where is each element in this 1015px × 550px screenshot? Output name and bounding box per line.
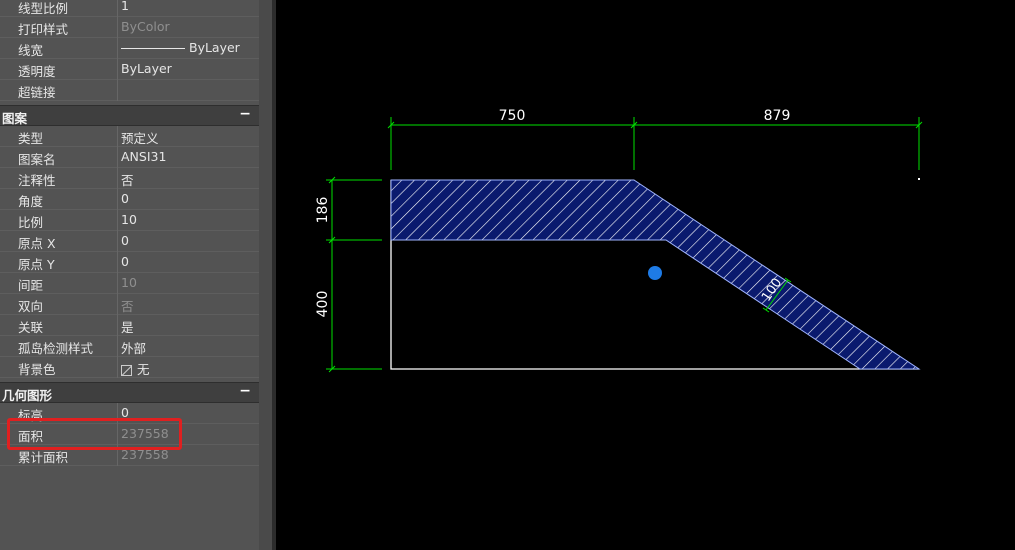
property-value: 否 bbox=[121, 299, 134, 314]
collapse-icon[interactable]: − bbox=[239, 383, 251, 399]
property-row-plot-style[interactable]: 打印样式 ByColor bbox=[0, 17, 259, 38]
collapse-icon[interactable]: − bbox=[239, 106, 251, 122]
property-label: 类型 bbox=[18, 131, 44, 146]
property-label: 角度 bbox=[18, 194, 44, 209]
divider bbox=[117, 336, 118, 357]
endpoint-mark bbox=[918, 178, 920, 180]
property-label: 原点 X bbox=[18, 236, 56, 251]
lineweight-text: ByLayer bbox=[189, 40, 240, 55]
property-value: 预定义 bbox=[121, 131, 159, 146]
divider bbox=[117, 210, 118, 231]
divider bbox=[117, 252, 118, 273]
property-row-origin-x[interactable]: 原点 X 0 bbox=[0, 231, 259, 252]
property-row-angle[interactable]: 角度 0 bbox=[0, 189, 259, 210]
divider bbox=[117, 273, 118, 294]
divider bbox=[117, 189, 118, 210]
divider bbox=[117, 168, 118, 189]
property-value: 10 bbox=[121, 212, 137, 227]
property-value: 否 bbox=[121, 173, 134, 188]
divider bbox=[117, 357, 118, 378]
property-label: 线型比例 bbox=[18, 1, 69, 16]
no-fill-swatch-icon bbox=[121, 365, 132, 376]
property-label: 关联 bbox=[18, 320, 44, 335]
section-header-hatch[interactable]: 图案 − bbox=[0, 105, 259, 126]
property-row-associative[interactable]: 关联 是 bbox=[0, 315, 259, 336]
property-value: ANSI31 bbox=[121, 149, 167, 164]
property-row-hyperlink[interactable]: 超链接 bbox=[0, 80, 259, 101]
property-row-transparency[interactable]: 透明度 ByLayer bbox=[0, 59, 259, 80]
dimension-400: 400 bbox=[315, 291, 331, 318]
property-row-annotative[interactable]: 注释性 否 bbox=[0, 168, 259, 189]
property-label: 线宽 bbox=[18, 43, 44, 58]
divider bbox=[117, 315, 118, 336]
property-value: 0 bbox=[121, 254, 129, 269]
lineweight-sample-icon bbox=[121, 48, 185, 49]
section-title: 几何图形 bbox=[2, 388, 53, 403]
property-row-scale[interactable]: 比例 10 bbox=[0, 210, 259, 231]
divider bbox=[117, 38, 118, 59]
area-highlight-box bbox=[7, 418, 182, 450]
property-value: 外部 bbox=[121, 341, 147, 356]
dimension-879: 879 bbox=[764, 108, 791, 124]
property-label: 超链接 bbox=[18, 85, 56, 100]
property-row-lineweight[interactable]: 线宽 ByLayer bbox=[0, 38, 259, 59]
property-label: 背景色 bbox=[18, 362, 56, 377]
property-label: 图案名 bbox=[18, 152, 56, 167]
top-dimensions bbox=[387, 117, 923, 170]
property-row-island-detection[interactable]: 孤岛检测样式 外部 bbox=[0, 336, 259, 357]
property-row-type[interactable]: 类型 预定义 bbox=[0, 126, 259, 147]
property-value: ByLayer bbox=[121, 61, 172, 76]
property-row-linetype-scale[interactable]: 线型比例 1 bbox=[0, 0, 259, 17]
property-value: 是 bbox=[121, 320, 134, 335]
palette-scrollbar[interactable] bbox=[259, 0, 272, 550]
dimension-750: 750 bbox=[499, 108, 526, 124]
property-label: 打印样式 bbox=[18, 22, 69, 37]
divider bbox=[117, 17, 118, 38]
dimension-186: 186 bbox=[315, 197, 331, 224]
background-color-text: 无 bbox=[137, 362, 150, 377]
section-header-geometry[interactable]: 几何图形 − bbox=[0, 382, 259, 403]
property-row-spacing[interactable]: 间距 10 bbox=[0, 273, 259, 294]
property-label: 间距 bbox=[18, 278, 44, 293]
property-value: 0 bbox=[121, 191, 129, 206]
divider bbox=[117, 147, 118, 168]
divider bbox=[117, 231, 118, 252]
property-value-lineweight: ByLayer bbox=[121, 40, 240, 55]
section-title: 图案 bbox=[2, 111, 28, 126]
property-label: 透明度 bbox=[18, 64, 56, 79]
property-value: 0 bbox=[121, 233, 129, 248]
property-row-background-color[interactable]: 背景色 无 bbox=[0, 357, 259, 378]
divider bbox=[117, 59, 118, 80]
left-dimensions bbox=[326, 176, 382, 373]
property-row-origin-y[interactable]: 原点 Y 0 bbox=[0, 252, 259, 273]
property-row-pattern-name[interactable]: 图案名 ANSI31 bbox=[0, 147, 259, 168]
property-label: 双向 bbox=[18, 299, 44, 314]
divider bbox=[117, 0, 118, 17]
property-label: 比例 bbox=[18, 215, 44, 230]
property-label: 注释性 bbox=[18, 173, 56, 188]
grip-point[interactable] bbox=[648, 266, 662, 280]
property-label: 孤岛检测样式 bbox=[18, 341, 94, 356]
property-value: 1 bbox=[121, 0, 129, 13]
drawing-svg: 750 879 186 400 100 bbox=[315, 108, 923, 373]
property-value: ByColor bbox=[121, 19, 170, 34]
properties-palette: 线型比例 1 打印样式 ByColor 线宽 ByLayer 透明度 ByLay… bbox=[0, 0, 276, 550]
divider bbox=[117, 294, 118, 315]
drawing-canvas[interactable]: 750 879 186 400 100 bbox=[276, 0, 1015, 550]
divider bbox=[117, 126, 118, 147]
property-value: 10 bbox=[121, 275, 137, 290]
property-value: 无 bbox=[121, 359, 150, 378]
property-label: 原点 Y bbox=[18, 257, 55, 272]
divider bbox=[117, 80, 118, 101]
property-row-double[interactable]: 双向 否 bbox=[0, 294, 259, 315]
